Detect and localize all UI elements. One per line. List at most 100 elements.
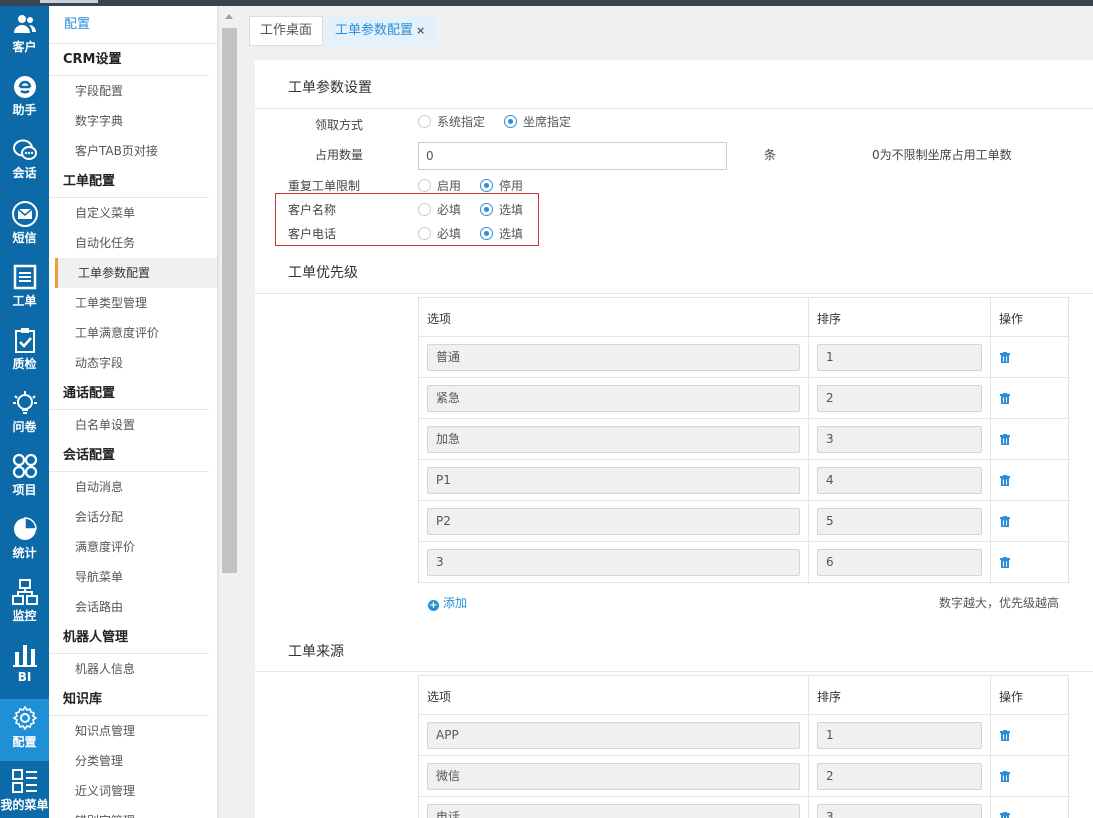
phone-radio-optional[interactable]: 选填 bbox=[480, 225, 523, 242]
priority-option-input[interactable]: 普通 bbox=[427, 344, 800, 371]
menu-item-session-route[interactable]: 会话路由 bbox=[49, 592, 217, 622]
source-order-input[interactable]: 2 bbox=[817, 763, 982, 790]
rail-label: 配置 bbox=[12, 735, 37, 749]
source-option-input[interactable]: APP bbox=[427, 722, 800, 749]
divider bbox=[255, 108, 1093, 109]
tab-label: 工单参数配置 bbox=[335, 23, 414, 38]
occupy-unit: 条 bbox=[764, 148, 777, 162]
name-radio-optional[interactable]: 选填 bbox=[480, 201, 523, 218]
rail-item-chat[interactable]: 会话 bbox=[0, 132, 49, 194]
rail-item-monitor[interactable]: 监控 bbox=[0, 573, 49, 635]
priority-option-input[interactable]: 加急 bbox=[427, 426, 800, 453]
menu-item-synonyms[interactable]: 近义词管理 bbox=[49, 776, 217, 806]
menu-item-custom-menu[interactable]: 自定义菜单 bbox=[49, 198, 217, 228]
radio-circle bbox=[418, 179, 431, 192]
row-divider bbox=[419, 377, 1070, 378]
row-divider bbox=[419, 336, 1070, 337]
source-order-input[interactable]: 3 bbox=[817, 804, 982, 818]
rail-item-quality[interactable]: 质检 bbox=[0, 321, 49, 383]
rail-item-bi[interactable]: BI bbox=[0, 636, 49, 698]
menu-item-nav-menu[interactable]: 导航菜单 bbox=[49, 562, 217, 592]
assistant-icon bbox=[13, 76, 36, 98]
repeat-radio-enable[interactable]: 启用 bbox=[418, 177, 461, 194]
radio-label: 必填 bbox=[437, 203, 462, 217]
phone-radio-required[interactable]: 必填 bbox=[418, 225, 461, 242]
menu-item-satisfaction[interactable]: 满意度评价 bbox=[49, 532, 217, 562]
rail-item-sms[interactable]: 短信 bbox=[0, 195, 49, 257]
menu-item-knowledge-points[interactable]: 知识点管理 bbox=[49, 716, 217, 746]
trash-icon[interactable] bbox=[1000, 730, 1010, 741]
scroll-up-arrow-icon[interactable] bbox=[225, 14, 233, 19]
menu-group-robot: 机器人管理 bbox=[49, 622, 209, 654]
priority-option-input[interactable]: 紧急 bbox=[427, 385, 800, 412]
menu-item-ticket-satisfaction[interactable]: 工单满意度评价 bbox=[49, 318, 217, 348]
trash-icon[interactable] bbox=[1000, 434, 1010, 445]
sidebar-scrollbar[interactable] bbox=[218, 6, 239, 818]
menu-item-category[interactable]: 分类管理 bbox=[49, 746, 217, 776]
customer-phone-label: 客户电话 bbox=[288, 227, 337, 241]
row-divider bbox=[419, 796, 1070, 797]
rail-item-assistant[interactable]: 助手 bbox=[0, 69, 49, 131]
trash-icon[interactable] bbox=[1000, 352, 1010, 363]
source-option-input[interactable]: 微信 bbox=[427, 763, 800, 790]
occupy-input[interactable] bbox=[418, 142, 727, 170]
rail-label: 问卷 bbox=[12, 420, 37, 434]
priority-option-input[interactable]: 3 bbox=[427, 549, 800, 576]
menu-item-ticket-params[interactable]: 工单参数配置 bbox=[55, 258, 217, 288]
priority-table: 选项 排序 操作 普通 1 紧急 2 加急 3 P1 4 P2 5 3 6 bbox=[418, 297, 1070, 584]
tab-ticket-params[interactable]: 工单参数配置 × bbox=[324, 16, 437, 46]
rail-label: 工单 bbox=[12, 294, 37, 308]
repeat-radio-disable[interactable]: 停用 bbox=[480, 177, 523, 194]
priority-order-input[interactable]: 6 bbox=[817, 549, 982, 576]
rail-item-config[interactable]: 配置 bbox=[0, 699, 49, 761]
occupy-label: 占用数量 bbox=[315, 148, 364, 162]
priority-order-input[interactable]: 1 bbox=[817, 344, 982, 371]
claim-radio-system[interactable]: 系统指定 bbox=[418, 113, 485, 130]
rail-item-my-menu[interactable]: 我的菜单 bbox=[0, 762, 49, 818]
source-order-input[interactable]: 1 bbox=[817, 722, 982, 749]
priority-order-input[interactable]: 3 bbox=[817, 426, 982, 453]
trash-icon[interactable] bbox=[1000, 475, 1010, 486]
rail-item-stats[interactable]: 统计 bbox=[0, 510, 49, 572]
menu-item-typos[interactable]: 错别字管理 bbox=[49, 806, 217, 818]
header-option: 选项 bbox=[427, 690, 452, 704]
menu-item-customer-tab[interactable]: 客户TAB页对接 bbox=[49, 136, 217, 166]
menu-item-robot-info[interactable]: 机器人信息 bbox=[49, 654, 217, 684]
row-divider bbox=[419, 541, 1070, 542]
trash-icon[interactable] bbox=[1000, 557, 1010, 568]
menu-item-session-assign[interactable]: 会话分配 bbox=[49, 502, 217, 532]
menu-item-dynamic-fields[interactable]: 动态字段 bbox=[49, 348, 217, 378]
claim-radio-agent[interactable]: 坐席指定 bbox=[504, 113, 571, 130]
bar-chart-icon bbox=[12, 645, 37, 667]
add-priority-button[interactable]: + 添加 bbox=[428, 594, 467, 611]
menu-item-whitelist[interactable]: 白名单设置 bbox=[49, 410, 217, 440]
icon-rail: 客户 助手 会话 短信 工单 质检 问卷 项目 统计 监控 BI 配置 我的菜单 bbox=[0, 6, 49, 818]
trash-icon[interactable] bbox=[1000, 393, 1010, 404]
rail-item-survey[interactable]: 问卷 bbox=[0, 384, 49, 446]
priority-order-input[interactable]: 5 bbox=[817, 508, 982, 535]
trash-icon[interactable] bbox=[1000, 771, 1010, 782]
header-action: 操作 bbox=[999, 690, 1024, 704]
tab-workbench[interactable]: 工作桌面 bbox=[249, 16, 324, 46]
priority-option-input[interactable]: P1 bbox=[427, 467, 800, 494]
menu-item-auto-message[interactable]: 自动消息 bbox=[49, 472, 217, 502]
name-radio-required[interactable]: 必填 bbox=[418, 201, 461, 218]
close-icon[interactable]: × bbox=[416, 24, 425, 37]
priority-order-input[interactable]: 2 bbox=[817, 385, 982, 412]
menu-group-session: 会话配置 bbox=[49, 440, 209, 472]
menu-item-ticket-types[interactable]: 工单类型管理 bbox=[49, 288, 217, 318]
rail-item-ticket[interactable]: 工单 bbox=[0, 258, 49, 320]
menu-item-field-config[interactable]: 字段配置 bbox=[49, 76, 217, 106]
menu-item-automation[interactable]: 自动化任务 bbox=[49, 228, 217, 258]
trash-icon[interactable] bbox=[1000, 812, 1010, 818]
rail-item-customer[interactable]: 客户 bbox=[0, 6, 49, 68]
priority-option-input[interactable]: P2 bbox=[427, 508, 800, 535]
source-option-input[interactable]: 电话 bbox=[427, 804, 800, 818]
trash-icon[interactable] bbox=[1000, 516, 1010, 527]
scrollbar-thumb[interactable] bbox=[222, 28, 237, 573]
source-table: 选项 排序 操作 APP 1 微信 2 电话 3 bbox=[418, 675, 1070, 818]
menu-item-dictionary[interactable]: 数字字典 bbox=[49, 106, 217, 136]
rail-item-project[interactable]: 项目 bbox=[0, 447, 49, 509]
priority-order-input[interactable]: 4 bbox=[817, 467, 982, 494]
rail-label: 监控 bbox=[12, 609, 37, 623]
